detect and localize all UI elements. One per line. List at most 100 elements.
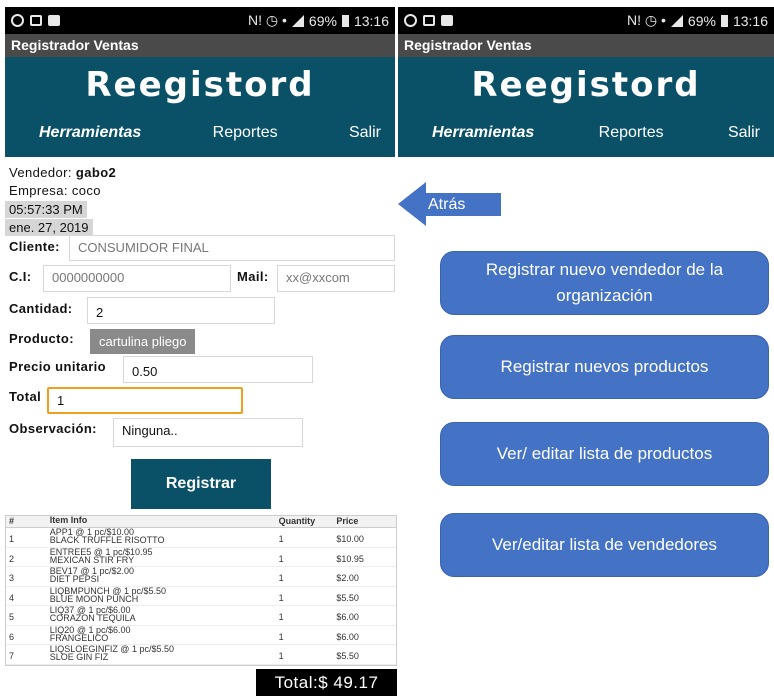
nav-bar: Herramientas Reportes Salir xyxy=(5,113,395,153)
producto-select[interactable]: cartulina pliego xyxy=(90,329,196,354)
row-price: $6.00 xyxy=(336,612,359,622)
sales-form: Vendedor: gabo2 Empresa: coco 05:57:33 P… xyxy=(5,163,397,513)
header-quantity: Quantity xyxy=(278,516,316,526)
whatsapp-icon xyxy=(404,14,417,27)
precio-label: Precio unitario xyxy=(9,359,107,374)
table-row: 4 LIQBMPUNCH @ 1 pc/$5.50 BLUE MOON PUNCH 1… xyxy=(6,586,396,606)
empresa-text: Empresa: coco xyxy=(9,183,101,198)
row-price: $6.00 xyxy=(336,631,359,642)
table-row: 6 LIQ20 @ 1 pc/$6.00 FRANGELICO 1 $6.00 xyxy=(6,625,396,645)
row-quantity: 1 xyxy=(278,534,284,544)
ci-input[interactable]: 0000000000 xyxy=(43,265,231,292)
item-name: DIET PEPSI xyxy=(49,574,100,584)
clock: 13:16 xyxy=(353,12,389,29)
item-name: FRANGELICO xyxy=(49,632,109,643)
row-quantity: 1 xyxy=(278,651,284,661)
precio-input[interactable]: 0.50 xyxy=(123,356,313,383)
row-item-info: APP1 @ 1 pc/$10.00 BLACK TRUFFLE RISOTTO xyxy=(50,528,279,547)
row-quantity: 1 xyxy=(278,612,284,622)
cliente-label: Cliente: xyxy=(9,239,60,254)
total-input[interactable]: 1 xyxy=(47,387,243,414)
app-name: Registrador Ventas xyxy=(398,34,774,57)
gallery-icon xyxy=(423,15,435,26)
signal-bars-icon xyxy=(670,14,683,27)
row-item-info: BEV17 @ 1 pc/$2.00 DIET PEPSI xyxy=(50,567,279,586)
receipt-table: # Item Info Quantity Price 1 APP1 @ 1 pc/… xyxy=(5,515,397,666)
header-price: Price xyxy=(336,516,359,526)
producto-label: Producto: xyxy=(9,331,74,346)
table-row: 7 LIQSLOEGINFIZ @ 1 pc/$5.50 SLOE GIN FIZ 1… xyxy=(6,645,396,665)
item-name: MEXICAN STIR FRY xyxy=(49,554,135,565)
gallery-icon xyxy=(30,15,42,26)
edit-products-button[interactable]: Ver/ editar lista de productos xyxy=(440,422,769,486)
registrar-button[interactable]: Registrar xyxy=(131,459,271,509)
clock: 13:16 xyxy=(732,12,768,29)
date-text: ene. 27, 2019 xyxy=(5,219,93,236)
row-number: 7 xyxy=(9,651,15,661)
item-name: BLUE MOON PUNCH xyxy=(49,593,139,604)
row-item-info: ENTREE5 @ 1 pc/$10.95 MEXICAN STIR FRY xyxy=(49,547,279,567)
row-quantity: 1 xyxy=(278,592,284,603)
table-row: 1 APP1 @ 1 pc/$10.00 BLACK TRUFFLE RISOTTO… xyxy=(6,528,396,548)
row-quantity: 1 xyxy=(278,573,284,583)
row-quantity: 1 xyxy=(278,631,284,642)
table-row: 3 BEV17 @ 1 pc/$2.00 DIET PEPSI 1 $2.00 xyxy=(6,567,396,587)
status-bar: N! ◷ • 69% 13:16 xyxy=(5,7,395,34)
back-label: Atrás xyxy=(425,193,501,216)
nav-reportes[interactable]: Reportes xyxy=(599,124,664,142)
row-item-info: LIQ37 @ 1 pc/$6.00 CORAZON TEQUILA xyxy=(50,606,279,625)
nav-bar: Herramientas Reportes Salir xyxy=(398,113,774,153)
ci-label: C.I: xyxy=(9,269,32,284)
register-products-button[interactable]: Registrar nuevos productos xyxy=(440,335,769,399)
battery-icon xyxy=(720,14,728,27)
row-number: 6 xyxy=(9,631,15,642)
time-text: 05:57:33 PM xyxy=(5,201,87,218)
item-name: SLOE GIN FIZ xyxy=(49,652,109,662)
total-label: Total xyxy=(9,389,42,404)
row-quantity: 1 xyxy=(278,553,284,564)
register-seller-button[interactable]: Registrar nuevo vendedor de la organizac… xyxy=(440,251,769,315)
observacion-input[interactable]: Ninguna.. xyxy=(113,418,303,447)
row-price: $10.00 xyxy=(336,534,364,544)
mail-label: Mail: xyxy=(237,269,269,284)
nav-herramientas[interactable]: Herramientas xyxy=(39,124,141,142)
whatsapp-icon xyxy=(11,14,24,27)
cantidad-label: Cantidad: xyxy=(9,301,73,316)
vendedor-value: gabo2 xyxy=(75,165,117,180)
nav-reportes[interactable]: Reportes xyxy=(213,124,278,142)
vendedor-row: Vendedor: gabo2 xyxy=(9,165,116,180)
signal-icons: N! ◷ • xyxy=(248,12,287,28)
vendedor-label: Vendedor: xyxy=(9,165,72,180)
row-price: $5.50 xyxy=(336,651,359,661)
signal-icons: N! ◷ • xyxy=(627,12,666,28)
nav-salir[interactable]: Salir xyxy=(349,124,381,142)
row-price: $5.50 xyxy=(336,592,359,603)
row-item-info: LIQ20 @ 1 pc/$6.00 FRANGELICO xyxy=(49,625,279,645)
table-row: 2 ENTREE5 @ 1 pc/$10.95 MEXICAN STIR FRY 1 $… xyxy=(6,547,396,567)
right-screen-header: N! ◷ • 69% 13:16 Registrador Ventas Reeg… xyxy=(398,7,774,157)
receipt-rows: 1 APP1 @ 1 pc/$10.00 BLACK TRUFFLE RISOTTO… xyxy=(6,528,396,665)
signal-bars-icon xyxy=(291,14,304,27)
mail-input[interactable]: xx@xxcom xyxy=(277,265,395,292)
row-item-info: LIQSLOEGINFIZ @ 1 pc/$5.50 SLOE GIN FIZ xyxy=(50,645,279,664)
table-row: 5 LIQ37 @ 1 pc/$6.00 CORAZON TEQUILA 1 $6.00 xyxy=(6,606,396,626)
row-item-info: LIQBMPUNCH @ 1 pc/$5.50 BLUE MOON PUNCH xyxy=(49,586,279,606)
row-number: 2 xyxy=(9,553,15,564)
row-number: 3 xyxy=(9,573,15,583)
edit-sellers-button[interactable]: Ver/editar lista de vendedores xyxy=(440,513,769,577)
arrow-left-icon xyxy=(398,182,426,226)
observacion-label: Observación: xyxy=(9,421,97,436)
battery-icon xyxy=(341,14,349,27)
row-number: 1 xyxy=(9,534,15,544)
nav-herramientas[interactable]: Herramientas xyxy=(432,124,534,142)
cliente-input[interactable]: CONSUMIDOR FINAL xyxy=(69,235,395,261)
app-title: Reegistord xyxy=(85,65,315,105)
row-price: $2.00 xyxy=(336,573,359,583)
nav-salir[interactable]: Salir xyxy=(728,124,760,142)
cantidad-input[interactable]: 2 xyxy=(87,297,275,324)
item-name: CORAZON TEQUILA xyxy=(49,613,136,623)
back-button[interactable]: Atrás xyxy=(398,182,502,226)
total-banner: Total:$ 49.17 xyxy=(256,669,397,696)
row-number: 5 xyxy=(9,612,15,622)
header-number: # xyxy=(9,516,15,526)
